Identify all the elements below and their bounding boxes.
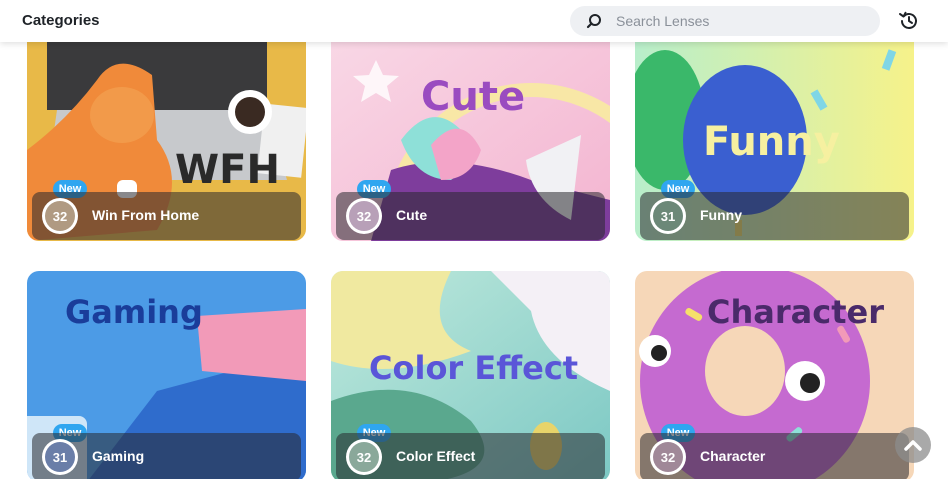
lens-count: 32	[349, 442, 379, 472]
card-label-bar: 32 Character	[640, 433, 909, 479]
category-card-color-effect[interactable]: Color Effect New 32 Color Effect	[331, 271, 610, 479]
card-label: Color Effect	[396, 448, 476, 464]
wfh-art-text: WFH	[175, 147, 280, 193]
category-card-cute[interactable]: Cute New 32 Cute	[331, 42, 610, 241]
card-label: Character	[700, 448, 766, 464]
chevron-up-icon	[904, 440, 922, 451]
lens-count-badge: 32	[42, 198, 78, 234]
cute-art-text: Cute	[421, 74, 525, 120]
lens-count: 31	[45, 442, 75, 472]
top-bar: Categories	[0, 0, 948, 42]
search-icon	[586, 14, 601, 29]
scroll-to-top-button[interactable]	[895, 427, 931, 463]
search-box[interactable]	[570, 6, 880, 36]
lens-count-badge: 32	[650, 439, 686, 475]
card-label-bar: 31 Funny	[640, 192, 909, 240]
lens-count-badge: 31	[650, 198, 686, 234]
category-card-funny[interactable]: Funny New 31 Funny	[635, 42, 914, 241]
lens-count: 32	[349, 201, 379, 231]
lens-count: 31	[653, 201, 683, 231]
search-input[interactable]	[616, 11, 866, 31]
card-label: Funny	[700, 207, 742, 223]
gaming-art-text: Gaming	[65, 293, 203, 331]
card-label-bar: 32 Cute	[336, 192, 605, 240]
category-card-gaming[interactable]: Gaming New 31 Gaming	[27, 271, 306, 479]
category-card-wfh[interactable]: WFH New 32 Win From Home	[27, 42, 306, 241]
funny-art-text: Funny	[703, 119, 840, 165]
lens-count: 32	[653, 442, 683, 472]
history-icon[interactable]	[897, 9, 921, 33]
lens-count-badge: 31	[42, 439, 78, 475]
card-label-bar: 32 Color Effect	[336, 433, 605, 479]
category-card-character[interactable]: Character New 32 Character	[635, 271, 914, 479]
card-label: Gaming	[92, 448, 145, 464]
card-label-bar: 31 Gaming	[32, 433, 301, 479]
lens-count: 32	[45, 201, 75, 231]
card-label: Cute	[396, 207, 428, 223]
page-title: Categories	[22, 12, 100, 29]
lens-count-badge: 32	[346, 439, 382, 475]
color-effect-art-text: Color Effect	[369, 349, 578, 387]
lens-count-badge: 32	[346, 198, 382, 234]
card-label-bar: 32 Win From Home	[32, 192, 301, 240]
card-label: Win From Home	[92, 207, 200, 223]
character-art-text: Character	[707, 293, 884, 331]
category-grid: WFH New 32 Win From Home Cute New 32 Cut…	[0, 42, 948, 479]
